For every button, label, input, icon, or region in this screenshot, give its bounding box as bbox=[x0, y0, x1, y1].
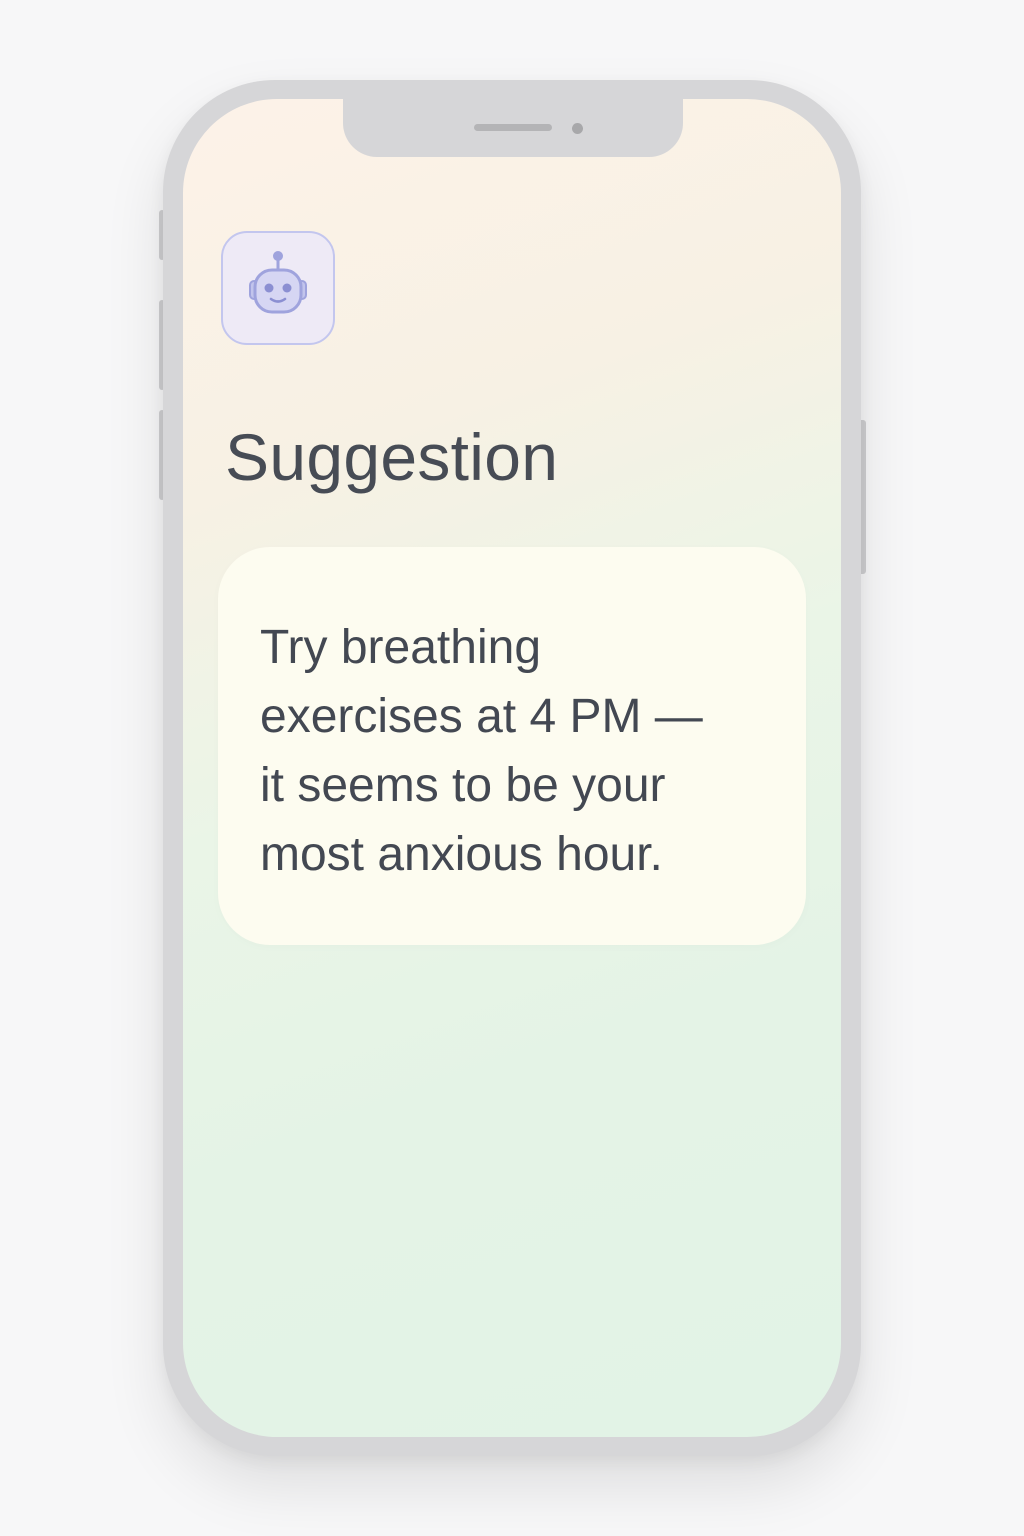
suggestion-card[interactable]: Try breathing exercises at 4 PM — it see… bbox=[218, 547, 806, 945]
stage: Suggestion Try breathing exercises at 4 … bbox=[0, 0, 1024, 1536]
robot-icon[interactable] bbox=[221, 231, 335, 345]
notch bbox=[343, 99, 683, 157]
speaker-grille bbox=[474, 124, 552, 131]
page-title: Suggestion bbox=[225, 420, 559, 494]
phone-screen: Suggestion Try breathing exercises at 4 … bbox=[183, 99, 841, 1437]
robot-glyph bbox=[249, 251, 307, 314]
suggestion-text: Try breathing exercises at 4 PM — it see… bbox=[260, 621, 703, 881]
front-camera bbox=[572, 123, 583, 134]
